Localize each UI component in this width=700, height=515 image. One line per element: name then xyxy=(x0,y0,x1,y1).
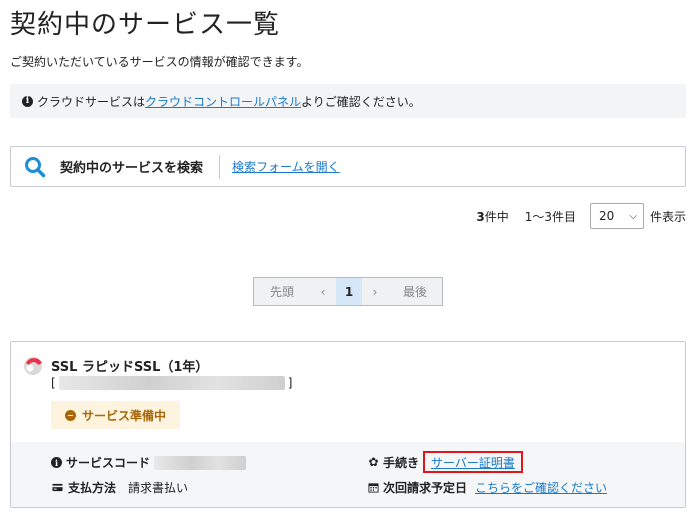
calendar-icon xyxy=(368,483,379,493)
procedure-row: ✿ 手続き サーバー証明書 xyxy=(368,451,523,473)
results-count-number: 3 xyxy=(476,209,485,224)
search-icon xyxy=(25,156,46,177)
results-bar: 3件中 1〜3件目 20 ⌵ 件表示 xyxy=(476,203,686,229)
bracket-open: [ xyxy=(51,376,56,390)
minus-circle-icon xyxy=(65,409,76,421)
pagination-last[interactable]: 最後 xyxy=(388,283,442,300)
next-billing-label: 次回請求予定日 xyxy=(383,481,468,495)
search-divider xyxy=(219,154,221,179)
payment-value: 請求書払い xyxy=(128,481,189,495)
notice-prefix: クラウドサービスは xyxy=(37,94,146,109)
next-billing-label-wrap: 次回請求予定日 xyxy=(368,479,467,496)
next-billing-row: 次回請求予定日 こちらをご確認ください xyxy=(368,479,607,496)
gear-icon: ✿ xyxy=(368,455,379,469)
service-code-label: サービスコード xyxy=(66,456,151,470)
credit-card-icon xyxy=(52,483,63,492)
service-card-header: SSL ラピッドSSL（1年） [ ] サービス準備中 xyxy=(11,342,685,442)
results-count: 3件中 xyxy=(476,208,508,225)
service-card-details: i サービスコード 支払方法 請求書払い ✿ 手続き サーバー証明書 次回請求予… xyxy=(11,442,685,507)
page-intro: ご契約いただいているサービスの情報が確認できます。 xyxy=(10,55,309,69)
status-badge: サービス準備中 xyxy=(51,401,181,429)
per-page-value: 20 xyxy=(598,209,615,223)
results-range: 1〜3件目 xyxy=(524,209,576,224)
info-icon: i xyxy=(22,95,33,107)
procedure-label-wrap: ✿ 手続き xyxy=(368,454,419,471)
pagination-first[interactable]: 先頭 xyxy=(254,283,310,300)
pagination-next[interactable]: › xyxy=(362,285,388,299)
service-name: SSL ラピッドSSL（1年） xyxy=(51,360,209,375)
redacted-domain xyxy=(58,376,285,390)
bracket-close: ] xyxy=(287,376,293,390)
service-domain: [ ] xyxy=(51,376,292,390)
redacted-service-code xyxy=(154,455,247,470)
open-search-form-link[interactable]: 検索フォームを開く xyxy=(232,158,340,175)
per-page-label: 件表示 xyxy=(649,209,686,224)
pagination-current-page[interactable]: 1 xyxy=(336,278,362,305)
cloud-notice: i クラウドサービスは クラウドコントロールパネル よりご確認ください。 xyxy=(10,84,686,118)
cloud-control-panel-link[interactable]: クラウドコントロールパネル xyxy=(145,93,301,110)
payment-method-row: 支払方法 請求書払い xyxy=(51,479,188,496)
per-page-select[interactable]: 20 ⌵ xyxy=(589,203,644,229)
ssl-logo-icon xyxy=(24,357,42,375)
next-billing-link[interactable]: こちらをご確認ください xyxy=(475,479,607,496)
highlight-box: サーバー証明書 xyxy=(423,451,523,473)
service-search-box: 契約中のサービスを検索 検索フォームを開く xyxy=(10,146,686,187)
info-icon: i xyxy=(51,457,62,468)
status-label: サービス準備中 xyxy=(82,408,167,423)
server-certificate-link[interactable]: サーバー証明書 xyxy=(431,454,515,471)
service-code-row: i サービスコード xyxy=(51,454,247,471)
pagination: 先頭 ‹ 1 › 最後 xyxy=(253,277,443,306)
chevron-down-icon: ⌵ xyxy=(629,210,637,222)
page-title: 契約中のサービス一覧 xyxy=(10,10,281,40)
search-label: 契約中のサービスを検索 xyxy=(60,161,204,176)
payment-label: 支払方法 xyxy=(68,481,117,495)
payment-label-wrap: 支払方法 xyxy=(51,479,116,496)
service-card: SSL ラピッドSSL（1年） [ ] サービス準備中 i サービスコード 支払… xyxy=(10,341,686,508)
procedure-label: 手続き xyxy=(383,455,420,470)
results-count-unit: 件中 xyxy=(484,209,509,224)
pagination-prev[interactable]: ‹ xyxy=(310,285,336,299)
service-code-label-wrap: i サービスコード xyxy=(51,454,150,471)
notice-suffix: よりご確認ください。 xyxy=(301,94,421,109)
